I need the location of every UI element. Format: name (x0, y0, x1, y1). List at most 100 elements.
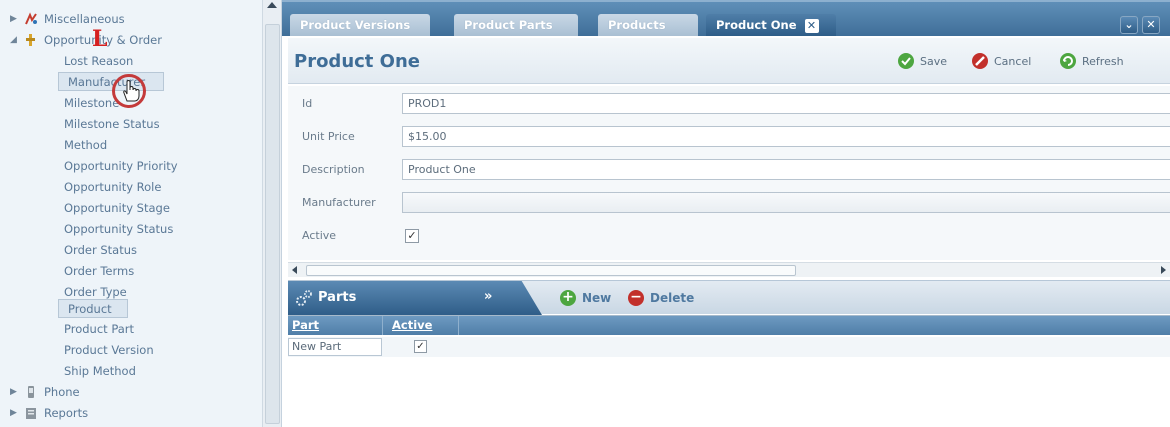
cancel-button[interactable]: Cancel (972, 53, 1031, 69)
scroll-thumb[interactable] (306, 265, 796, 276)
sidebar-item-product[interactable]: Product (68, 300, 112, 318)
sidebar-item-ship-method[interactable]: Ship Method (64, 362, 136, 380)
sidebar-item-opportunity-status[interactable]: Opportunity Status (64, 220, 173, 238)
column-header-active[interactable]: Active (392, 318, 432, 332)
tab-label: Product Parts (464, 18, 553, 32)
form-row-id: Id PROD1 (288, 88, 1170, 121)
add-icon: + (560, 290, 576, 306)
miscellaneous-icon (25, 12, 37, 25)
column-divider[interactable] (382, 316, 383, 335)
unit-price-label: Unit Price (302, 130, 355, 143)
table-row[interactable]: New Part ✓ (288, 337, 1170, 357)
tab-product-one[interactable]: Product One ✕ (706, 14, 836, 36)
form-horizontal-scrollbar[interactable] (288, 262, 1170, 277)
delete-part-button[interactable]: − Delete (628, 290, 694, 306)
form-row-description: Description Product One (288, 154, 1170, 187)
scroll-thumb[interactable] (265, 24, 280, 424)
collapse-arrow-icon[interactable]: ◢ (10, 31, 20, 49)
manufacturer-label: Manufacturer (302, 196, 376, 209)
sidebar-item-label: Product Part (64, 322, 135, 336)
page-title: Product One (294, 51, 420, 72)
expand-arrow-icon[interactable]: ▶ (10, 10, 20, 28)
tree-group-label: Phone (44, 385, 80, 399)
scroll-up-icon[interactable] (267, 2, 277, 8)
delete-label: Delete (650, 291, 695, 305)
sidebar-item-product-part[interactable]: Product Part (64, 320, 134, 338)
sidebar-item-product-version[interactable]: Product Version (64, 341, 154, 359)
manufacturer-select[interactable] (402, 192, 1170, 213)
save-button[interactable]: Save (898, 53, 947, 69)
form-row-active: Active ✓ (288, 220, 1170, 253)
sidebar-item-opportunity-role[interactable]: Opportunity Role (64, 178, 161, 196)
sidebar-item-order-status[interactable]: Order Status (64, 241, 137, 259)
tab-label: Products (608, 18, 666, 32)
new-part-button[interactable]: + New (560, 290, 611, 306)
reports-icon (26, 408, 36, 419)
sidebar-item-label: Opportunity Stage (64, 201, 170, 215)
sidebar: ▶ Miscellaneous ◢ Opportunity & Order Lo… (0, 0, 282, 427)
form-row-unit-price: Unit Price $15.00 (288, 121, 1170, 154)
new-label: New (582, 291, 612, 305)
part-cell[interactable]: New Part (288, 338, 382, 356)
cursor-marker-icon: L (92, 26, 108, 52)
tab-list-dropdown-icon[interactable]: ⌄ (1120, 16, 1138, 34)
active-cell-checkbox[interactable]: ✓ (414, 340, 427, 353)
column-divider[interactable] (458, 316, 459, 335)
tab-product-parts[interactable]: Product Parts (454, 14, 578, 36)
tab-product-versions[interactable]: Product Versions (290, 14, 430, 36)
expand-arrow-icon[interactable]: ▶ (10, 404, 20, 422)
sidebar-item-lost-reason[interactable]: Lost Reason (64, 52, 133, 70)
sidebar-item-opportunity-stage[interactable]: Opportunity Stage (64, 199, 170, 217)
close-tab-icon[interactable]: ✕ (804, 19, 819, 33)
opportunity-icon (26, 34, 35, 46)
scroll-left-icon[interactable] (292, 266, 297, 274)
sidebar-item-order-terms[interactable]: Order Terms (64, 262, 134, 280)
description-label: Description (302, 163, 365, 176)
collapse-chevron-icon[interactable]: » (484, 289, 492, 304)
sidebar-item-label: Opportunity Role (64, 180, 162, 194)
id-field[interactable]: PROD1 (402, 93, 1170, 114)
hand-cursor-icon (123, 80, 140, 102)
parts-header[interactable]: Parts » (288, 281, 542, 315)
column-header-part[interactable]: Part (292, 318, 319, 332)
unit-price-field[interactable]: $15.00 (402, 126, 1170, 147)
main-area: Product Versions Product Parts Products … (282, 0, 1170, 427)
tab-label: Product Versions (300, 18, 411, 32)
product-form: Id PROD1 Unit Price $15.00 Description P… (288, 86, 1170, 260)
tree-group-label: Miscellaneous (44, 12, 125, 26)
tab-bar: Product Versions Product Parts Products … (282, 0, 1170, 36)
form-row-manufacturer: Manufacturer (288, 187, 1170, 220)
cancel-icon (972, 53, 988, 69)
sidebar-item-opportunity-priority[interactable]: Opportunity Priority (64, 157, 178, 175)
save-label: Save (920, 54, 948, 68)
parts-toolbar: Parts » + New − Delete (288, 280, 1170, 315)
tab-products[interactable]: Products (598, 14, 698, 36)
parts-grid: Part Active New Part ✓ (288, 315, 1170, 427)
sidebar-item-label: Order Type (64, 285, 127, 299)
cancel-label: Cancel (994, 54, 1032, 68)
sidebar-item-label: Milestone Status (64, 117, 160, 131)
tab-label: Product One (716, 18, 797, 32)
sidebar-item-label: Opportunity Priority (64, 159, 178, 173)
nav-tree: ▶ Miscellaneous ◢ Opportunity & Order Lo… (0, 0, 262, 427)
scroll-right-icon[interactable] (1161, 266, 1166, 274)
sidebar-item-milestone-status[interactable]: Milestone Status (64, 115, 160, 133)
tree-group-label: Reports (44, 406, 89, 420)
sidebar-item-milestone[interactable]: Milestone (64, 94, 119, 112)
refresh-button[interactable]: Refresh (1060, 53, 1124, 69)
sidebar-item-label: Lost Reason (64, 54, 134, 68)
grid-header: Part Active (288, 316, 1170, 335)
sidebar-item-label: Opportunity Status (64, 222, 174, 236)
description-field[interactable]: Product One (402, 159, 1170, 180)
sidebar-item-label: Ship Method (64, 364, 136, 378)
expand-arrow-icon[interactable]: ▶ (10, 383, 20, 401)
delete-icon: − (628, 290, 644, 306)
sidebar-item-label: Milestone (64, 96, 120, 110)
active-label: Active (302, 229, 337, 242)
active-checkbox[interactable]: ✓ (405, 229, 419, 243)
phone-icon (28, 386, 34, 398)
sidebar-item-method[interactable]: Method (64, 136, 107, 154)
sidebar-scrollbar[interactable] (262, 0, 281, 427)
refresh-icon (1060, 53, 1076, 69)
close-all-tabs-icon[interactable]: ✕ (1142, 16, 1160, 34)
